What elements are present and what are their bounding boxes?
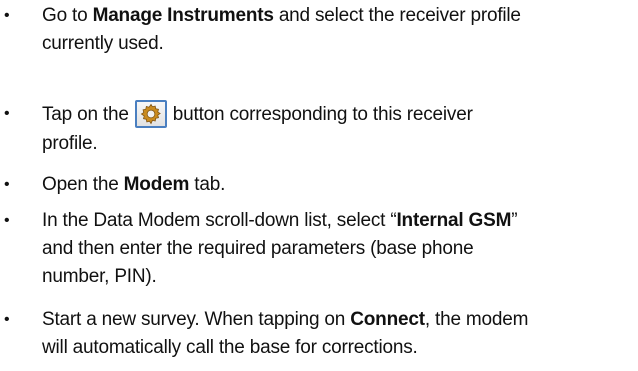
step-3-bold: Modem (123, 174, 190, 195)
bullet: • (4, 212, 10, 229)
step-3-line-1: Open the Modem tab. (42, 171, 634, 199)
step-5-line-2: will automatically call the base for cor… (42, 337, 418, 358)
bullet: • (4, 7, 10, 24)
step-4-line-3: number, PIN). (42, 266, 157, 287)
step-4-post: ” (511, 210, 518, 231)
bullet: • (4, 311, 10, 328)
step-2-line-1: Tap on the button corresponding to this … (42, 100, 634, 129)
step-1-bold: Manage Instruments (92, 5, 274, 26)
step-5-pre: Start a new survey. When tapping on (42, 309, 351, 330)
step-1-post: and select the receiver profile (273, 5, 521, 26)
bullet: • (4, 105, 10, 122)
step-4-line-2: and then enter the required parameters (… (42, 238, 474, 259)
step-2-line-2: profile. (42, 133, 98, 154)
step-3-post: tab. (189, 174, 226, 195)
gear-icon (140, 103, 161, 125)
step-5-post: , the modem (424, 309, 529, 330)
step-5-bold: Connect (350, 309, 425, 330)
bullet: • (4, 176, 10, 193)
step-5-line-1: Start a new survey. When tapping on Conn… (42, 306, 634, 334)
step-3-pre: Open the (42, 174, 124, 195)
step-2-post: button corresponding to this receiver (172, 104, 473, 125)
step-2-pre: Tap on the (42, 104, 129, 125)
step-4-bold: Internal GSM (396, 210, 512, 231)
settings-button-image (134, 100, 167, 128)
step-1-line-2: currently used. (42, 33, 164, 54)
step-1-pre: Go to (42, 5, 93, 26)
instruction-list: • Go to Manage Instruments and select th… (0, 0, 638, 371)
step-4-pre: In the Data Modem scroll-down list, sele… (42, 210, 397, 231)
step-4-line-1: In the Data Modem scroll-down list, sele… (42, 207, 634, 235)
step-1-line-1: Go to Manage Instruments and select the … (42, 2, 634, 30)
